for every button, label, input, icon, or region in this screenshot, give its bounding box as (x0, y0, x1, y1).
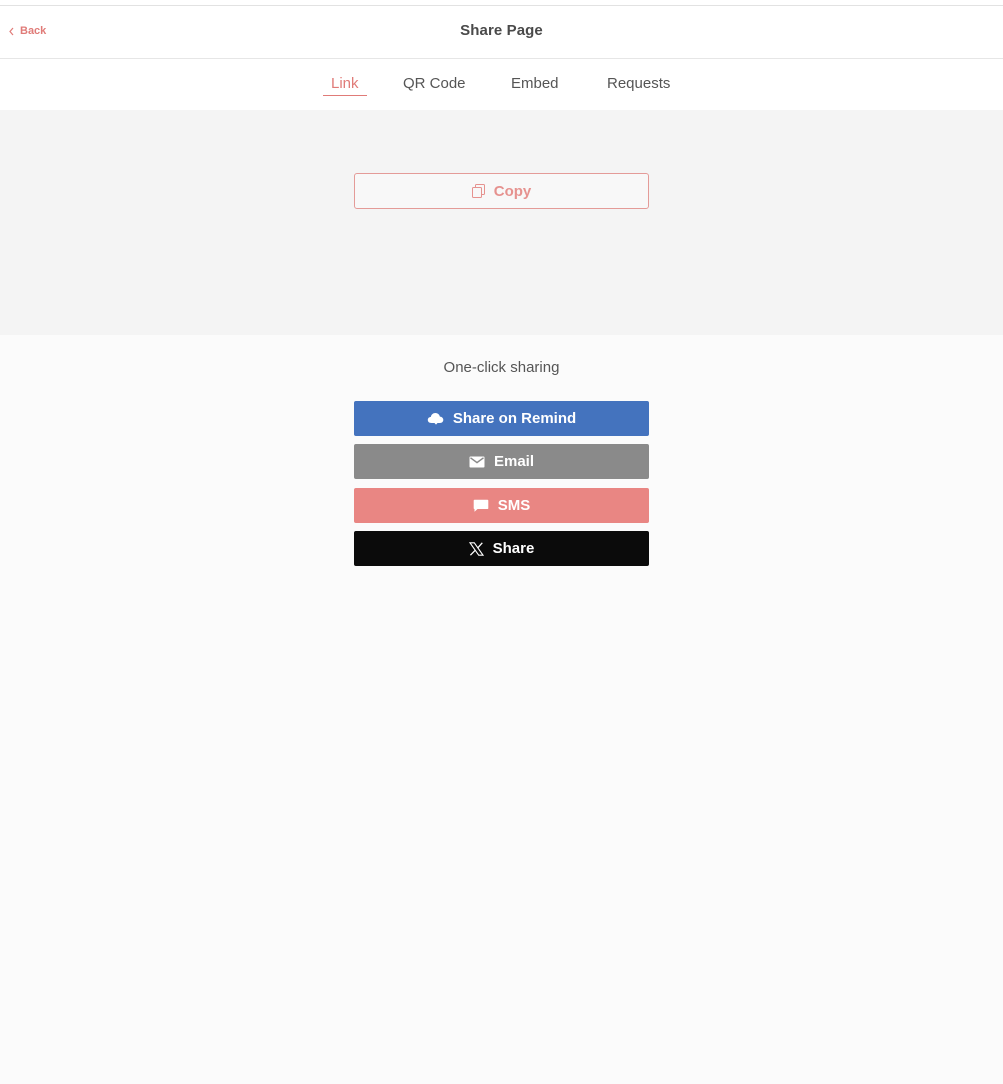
share-on-x-label: Share (492, 540, 535, 557)
copy-label: Copy (493, 182, 532, 200)
email-button[interactable]: Email (354, 444, 649, 479)
share-on-remind-button[interactable]: Share on Remind (354, 401, 649, 436)
tab-embed[interactable]: Embed (511, 75, 559, 92)
page-title: Share Page (460, 22, 543, 39)
x-logo-icon (468, 541, 484, 556)
sms-label: SMS (497, 497, 531, 514)
tab-requests[interactable]: Requests (607, 75, 670, 92)
share-on-remind-label: Share on Remind (452, 410, 577, 427)
copy-icon (471, 184, 485, 198)
active-tab-indicator (323, 95, 367, 96)
link-panel: Copy (0, 110, 1003, 335)
email-label: Email (493, 453, 535, 470)
sharing-heading: One-click sharing (443, 359, 560, 376)
share-on-x-button[interactable]: Share (354, 531, 649, 566)
tab-qr-code[interactable]: QR Code (403, 75, 466, 92)
copy-button[interactable]: Copy (354, 173, 649, 209)
tab-link[interactable]: Link (331, 75, 359, 92)
chat-bubble-icon (473, 499, 489, 512)
sms-button[interactable]: SMS (354, 488, 649, 523)
page-header: Back Share Page (0, 6, 1003, 59)
envelope-icon (469, 456, 485, 467)
tab-bar: Link QR Code Embed Requests (0, 59, 1003, 110)
cloud-icon (427, 413, 444, 425)
